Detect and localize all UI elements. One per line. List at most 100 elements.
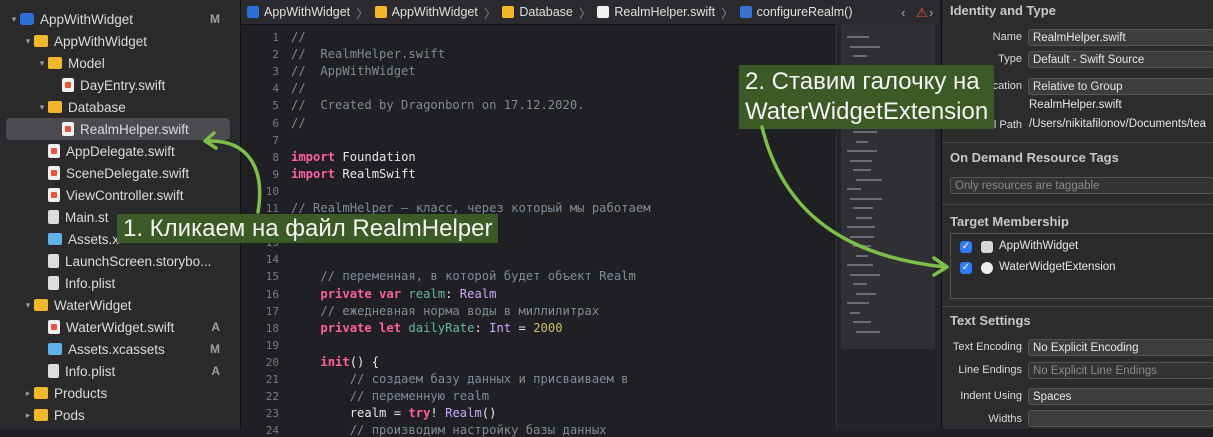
minimap-line <box>853 321 871 323</box>
chevron-right-icon[interactable]: ▸ <box>22 388 34 399</box>
navigator-item[interactable]: ▾ WaterWidget <box>0 294 240 316</box>
line-number: 17 <box>265 304 279 318</box>
text-encoding-label: Text Encoding <box>952 341 1022 353</box>
warning-icon[interactable]: ⚠ <box>916 5 928 21</box>
chevron-down-icon[interactable]: ▾ <box>36 102 48 113</box>
folder-icon <box>374 6 387 18</box>
navigator-item[interactable]: Assets.xcassets M <box>0 338 240 360</box>
minimap-line <box>847 188 861 190</box>
line-number: 22 <box>265 390 279 404</box>
navigator-item[interactable]: ▾ AppWithWidget M <box>0 8 240 30</box>
code-line[interactable]: import RealmSwift <box>291 167 416 181</box>
code-line[interactable]: // создаем базу данных и присваиваем в <box>291 372 629 386</box>
folder-icon <box>48 101 62 113</box>
code-line[interactable]: // производим настройку базы данных <box>291 423 607 437</box>
text-encoding-select[interactable]: No Explicit Encoding <box>1028 339 1213 356</box>
navigator-item[interactable]: AppDelegate.swift <box>0 140 240 162</box>
code-line[interactable]: // <box>291 30 306 44</box>
navigator-item-label: Main.st <box>65 209 109 225</box>
code-line[interactable]: private var realm: Realm <box>291 287 496 301</box>
folder-icon <box>34 299 48 311</box>
minimap-line <box>853 55 867 57</box>
forward-icon[interactable]: › <box>929 5 933 20</box>
name-field[interactable]: RealmHelper.swift <box>1028 29 1213 46</box>
jumpbar-crumb[interactable]: AppWithWidget <box>374 5 478 19</box>
chevron-right-icon[interactable]: ▸ <box>22 410 34 421</box>
navigator-item[interactable]: RealmHelper.swift <box>6 118 230 140</box>
line-endings-select[interactable]: No Explicit Line Endings <box>1028 362 1213 379</box>
jumpbar-crumb[interactable]: AppWithWidget <box>247 5 350 19</box>
minimap-line <box>850 273 880 276</box>
code-line[interactable]: import Foundation <box>291 150 416 164</box>
jumpbar-crumb[interactable]: Database <box>502 5 573 19</box>
line-number: 3 <box>272 65 279 79</box>
navigator-item[interactable]: ▸ Products <box>0 382 240 404</box>
code-line[interactable]: // переменную realm <box>291 389 489 403</box>
code-line[interactable]: private let dailyRate: Int = 2000 <box>291 321 562 335</box>
target-label-appwithwidget: AppWithWidget <box>999 240 1079 252</box>
navigator-item[interactable]: ▾ AppWithWidget <box>0 30 240 52</box>
navigator-item[interactable]: DayEntry.swift <box>0 74 240 96</box>
swift-file-icon <box>62 78 74 92</box>
extension-target-icon <box>981 262 993 274</box>
assets-icon <box>48 343 62 355</box>
location-select[interactable]: Relative to Group <box>1028 78 1213 95</box>
indent-using-label: Indent Using <box>960 390 1022 402</box>
jumpbar-crumb-label: Database <box>519 5 573 19</box>
code-line[interactable]: // RealmHelper – класс, через который мы… <box>291 201 651 215</box>
line-number: 20 <box>265 355 279 369</box>
line-number: 9 <box>272 167 279 181</box>
code-line[interactable]: // AppWithWidget <box>291 64 416 78</box>
type-select[interactable]: Default - Swift Source <box>1028 51 1213 68</box>
target-checkbox-appwithwidget[interactable]: ✓ <box>960 241 972 253</box>
code-line[interactable]: // <box>291 116 306 130</box>
code-line[interactable]: // <box>291 81 306 95</box>
code-line[interactable]: // ежедневная норма воды в миллилитрах <box>291 304 599 318</box>
chevron-down-icon[interactable]: ▾ <box>8 14 20 25</box>
navigator-item[interactable]: ViewController.swift <box>0 184 240 206</box>
line-number: 4 <box>272 82 279 96</box>
navigator-item[interactable]: ▸ Pods <box>0 404 240 426</box>
annotation-step-1: 1. Кликаем на файл RealmHelper <box>117 214 499 243</box>
odr-section-title: On Demand Resource Tags <box>950 150 1119 165</box>
divider <box>942 306 1213 307</box>
navigator-item-label: Info.plist <box>65 275 116 291</box>
code-line[interactable]: // Created by Dragonborn on 17.12.2020. <box>291 98 585 112</box>
navigator-item-label: WaterWidget <box>54 297 132 313</box>
navigator-item[interactable]: SceneDelegate.swift <box>0 162 240 184</box>
navigator-item-label: AppWithWidget <box>54 33 148 49</box>
navigator-item[interactable]: ▾ Model <box>0 52 240 74</box>
jumpbar-crumb[interactable]: RealmHelper.swift <box>597 5 715 19</box>
line-number: 23 <box>265 407 279 421</box>
assets-icon <box>48 233 62 245</box>
navigator-item[interactable]: LaunchScreen.storybo... <box>0 250 240 272</box>
chevron-down-icon[interactable]: ▾ <box>22 36 34 47</box>
line-number: 8 <box>272 150 279 164</box>
xcode-project-icon <box>247 6 259 18</box>
odr-tags-field[interactable]: Only resources are taggable <box>950 177 1213 194</box>
scm-status-badge: M <box>210 12 220 26</box>
chevron-down-icon[interactable]: ▾ <box>36 58 48 69</box>
minimap-line <box>847 36 869 38</box>
widths-field[interactable] <box>1028 410 1213 427</box>
navigator-item-label: SceneDelegate.swift <box>66 165 190 181</box>
scm-status-badge: A <box>211 364 220 378</box>
scm-status-badge: A <box>211 320 220 334</box>
code-line[interactable]: // RealmHelper.swift <box>291 47 445 61</box>
jump-bar: AppWithWidget 〉 AppWithWidget 〉 Database 〉 Rea… <box>241 0 940 25</box>
line-number: 10 <box>265 184 279 198</box>
jumpbar-crumb[interactable]: configureRealm() <box>739 5 853 19</box>
code-line[interactable]: // переменная, в которой будет объект Re… <box>291 269 636 283</box>
navigator-item[interactable]: Info.plist A <box>0 360 240 382</box>
minimap-line <box>856 254 868 257</box>
code-line[interactable]: init() { <box>291 355 379 369</box>
navigator-item[interactable]: ▾ Database <box>0 96 240 118</box>
navigator-item[interactable]: WaterWidget.swift A <box>0 316 240 338</box>
indent-using-select[interactable]: Spaces <box>1028 388 1213 405</box>
navigator-item[interactable]: Info.plist <box>0 272 240 294</box>
back-icon[interactable]: ‹ <box>901 5 905 20</box>
code-line[interactable]: realm = try! Realm() <box>291 406 497 420</box>
chevron-down-icon[interactable]: ▾ <box>22 300 34 311</box>
minimap-line <box>853 131 877 133</box>
target-checkbox-waterwidgetextension[interactable]: ✓ <box>960 262 972 274</box>
